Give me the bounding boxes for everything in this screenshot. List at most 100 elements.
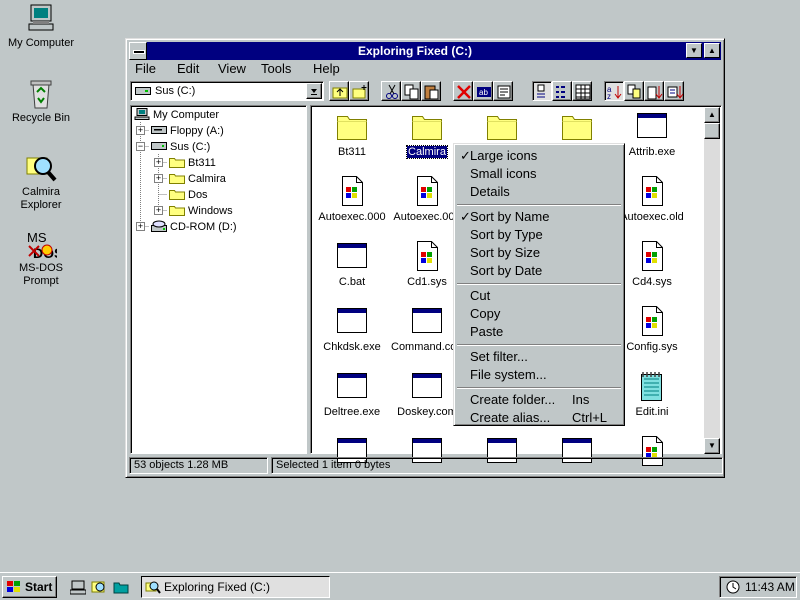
menu-tools[interactable]: Tools — [261, 61, 291, 77]
file-item[interactable]: C.bat — [315, 240, 389, 288]
vertical-scrollbar[interactable]: ▲ ▼ — [704, 107, 720, 454]
program-window-icon — [337, 373, 367, 398]
program-window-icon — [337, 243, 367, 268]
folder-tree[interactable]: My Computer + Floppy (A:) − Sus (C:) + B… — [130, 105, 307, 454]
tree-item-calmira[interactable]: Calmira — [169, 171, 226, 187]
scroll-up-button[interactable]: ▲ — [704, 107, 720, 123]
context-menu-item[interactable]: Create alias... Ctrl+L — [457, 409, 621, 427]
folder-icon — [169, 174, 185, 184]
small-icons-view-button[interactable] — [552, 81, 572, 101]
file-item[interactable]: Edit.ini — [615, 370, 689, 418]
desktop-icon-recycle-bin[interactable]: Recycle Bin — [1, 78, 81, 125]
context-menu-item[interactable]: Sort by Date — [457, 262, 621, 280]
file-item[interactable]: Autoexec.old — [615, 175, 689, 223]
menu-view[interactable]: View — [218, 61, 246, 77]
file-item[interactable]: Config.sys — [615, 305, 689, 353]
sort-by-size-button[interactable] — [644, 81, 664, 101]
expand-icon[interactable]: + — [154, 174, 163, 183]
file-name: Chkdsk.exe — [323, 341, 381, 353]
context-menu-item[interactable]: Copy — [457, 305, 621, 323]
paste-button[interactable] — [421, 81, 441, 101]
tree-item-label: Bt311 — [188, 157, 216, 169]
sort-by-type-button[interactable] — [624, 81, 644, 101]
context-menu-item[interactable]: Create folder... Ins — [457, 391, 621, 409]
sort-by-date-button[interactable] — [664, 81, 684, 101]
desktop-icon-my-computer[interactable]: My Computer — [1, 3, 81, 50]
context-menu-item[interactable]: File system... — [457, 366, 621, 384]
file-name: Config.sys — [626, 341, 678, 353]
quick-launch-folder-icon[interactable] — [113, 579, 129, 595]
delete-button[interactable] — [453, 81, 473, 101]
file-name: Cd4.sys — [632, 276, 672, 288]
context-menu-item[interactable]: Cut — [457, 287, 621, 305]
minimize-button[interactable]: ▼ — [686, 43, 702, 58]
context-menu-item[interactable]: ✓ Large icons — [457, 147, 621, 165]
expand-icon[interactable]: + — [136, 222, 145, 231]
system-menu-button[interactable] — [129, 42, 147, 60]
cut-button[interactable] — [381, 81, 401, 101]
up-one-level-button[interactable] — [329, 81, 349, 101]
file-item[interactable]: Chkdsk.exe — [315, 305, 389, 353]
file-item[interactable]: Autoexec.000 — [315, 175, 389, 223]
context-menu-item[interactable]: Small icons — [457, 165, 621, 183]
desktop-icon-ms-dos-prompt[interactable]: MSDOS MS-DOS Prompt — [1, 228, 81, 288]
drive-selector[interactable]: Sus (C:) — [130, 81, 324, 101]
expand-icon[interactable]: + — [154, 206, 163, 215]
menu-item-label: Sort by Date — [470, 263, 543, 278]
svg-text:MS: MS — [27, 230, 47, 245]
context-menu-item[interactable]: Details — [457, 183, 621, 201]
expand-icon[interactable]: + — [136, 126, 145, 135]
tree-item-sus-c[interactable]: Sus (C:) — [151, 139, 210, 155]
tree-item-cd-rom-d[interactable]: CD-ROM (D:) — [151, 219, 237, 235]
context-menu-item[interactable]: Sort by Size — [457, 244, 621, 262]
clock[interactable]: 11:43 AM — [745, 580, 795, 594]
maximize-button[interactable]: ▲ — [704, 43, 720, 58]
context-menu-item[interactable]: Paste — [457, 323, 621, 341]
file-item[interactable]: Deltree.exe — [315, 370, 389, 418]
context-menu-item[interactable]: ✓ Sort by Name — [457, 208, 621, 226]
tree-item-windows[interactable]: Windows — [169, 203, 233, 219]
dropdown-arrow-icon[interactable] — [306, 83, 322, 99]
notepad-icon — [641, 372, 662, 401]
desktop-icon-calmira-explorer[interactable]: Calmira Explorer — [1, 152, 81, 212]
scroll-down-button[interactable]: ▼ — [704, 438, 720, 454]
context-menu-item[interactable]: Set filter... — [457, 348, 621, 366]
tree-item-dos[interactable]: Dos — [169, 187, 208, 203]
file-item[interactable]: Cd4.sys — [615, 240, 689, 288]
start-button[interactable]: Start — [2, 576, 57, 598]
new-folder-button[interactable] — [349, 81, 369, 101]
file-name: Attrib.exe — [628, 146, 676, 158]
file-item[interactable]: Bt311 — [315, 110, 389, 158]
rename-button[interactable]: ab — [473, 81, 493, 101]
system-file-icon — [342, 176, 363, 206]
context-menu-item[interactable]: Sort by Type — [457, 226, 621, 244]
title-bar[interactable]: Exploring Fixed (C:) ▼ ▲ — [129, 42, 721, 60]
collapse-icon[interactable]: − — [136, 142, 145, 151]
program-window-icon — [637, 113, 667, 138]
menu-item-label: Details — [470, 184, 510, 199]
desktop-icon-label: Calmira Explorer — [20, 186, 62, 211]
copy-button[interactable] — [401, 81, 421, 101]
menu-separator — [457, 344, 621, 346]
sort-by-name-button[interactable]: az — [604, 81, 624, 101]
scroll-thumb[interactable] — [704, 123, 720, 139]
tree-item-bt311[interactable]: Bt311 — [169, 155, 216, 171]
large-icons-view-button[interactable] — [532, 81, 552, 101]
checkmark-icon: ✓ — [460, 209, 471, 224]
menu-separator — [457, 283, 621, 285]
tree-item-my-computer[interactable]: My Computer — [134, 107, 219, 123]
properties-button[interactable] — [493, 81, 513, 101]
magnifier-icon — [26, 157, 57, 182]
menu-help[interactable]: Help — [313, 61, 340, 77]
menu-edit[interactable]: Edit — [177, 61, 199, 77]
tree-item-floppy-a[interactable]: Floppy (A:) — [151, 123, 224, 139]
menu-file[interactable]: File — [135, 61, 156, 77]
expand-icon[interactable]: + — [154, 158, 163, 167]
clock-tray-icon — [726, 580, 740, 594]
taskbar-task-explorer[interactable]: Exploring Fixed (C:) — [141, 576, 330, 598]
quick-launch-explorer-icon[interactable] — [91, 579, 107, 595]
quick-launch-computer-icon[interactable] — [69, 579, 87, 595]
menu-item-label: Sort by Name — [470, 209, 550, 224]
file-item[interactable]: Attrib.exe — [615, 110, 689, 158]
details-view-button[interactable] — [572, 81, 592, 101]
